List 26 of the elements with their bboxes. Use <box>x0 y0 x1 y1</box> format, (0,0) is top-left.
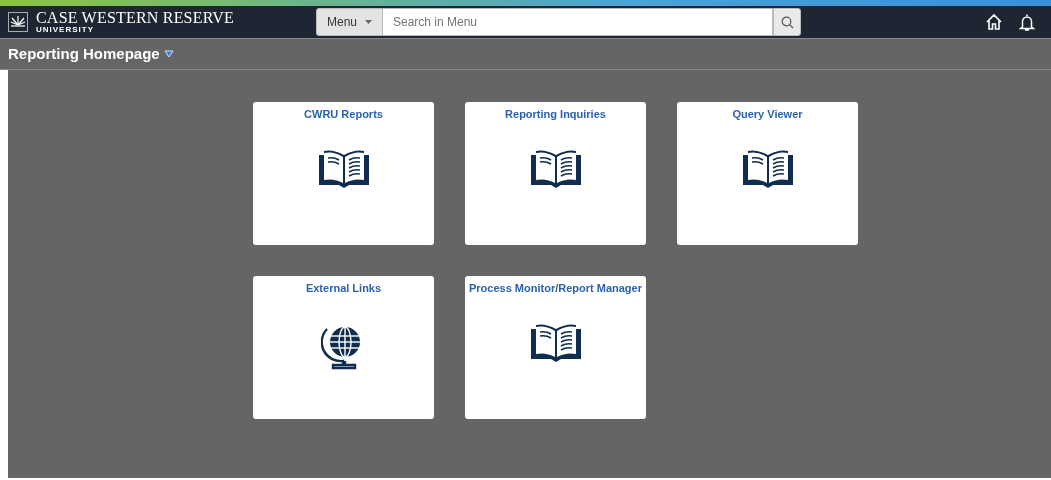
dropdown-icon[interactable] <box>163 50 174 58</box>
tile-title: Process Monitor/Report Manager <box>469 281 642 296</box>
menu-button[interactable]: Menu <box>316 8 383 36</box>
report-tile[interactable]: External Links <box>253 276 434 419</box>
report-tile[interactable]: Process Monitor/Report Manager <box>465 276 646 419</box>
book-icon <box>742 148 793 189</box>
tile-title: External Links <box>305 281 382 296</box>
book-icon <box>318 148 369 189</box>
page-title: Reporting Homepage <box>8 43 160 64</box>
report-tile[interactable]: Reporting Inquiries <box>465 102 646 245</box>
report-tile[interactable]: Query Viewer <box>677 102 858 245</box>
bell-icon[interactable] <box>1019 12 1035 32</box>
home-icon[interactable] <box>985 13 1003 31</box>
tile-title: Query Viewer <box>732 107 803 122</box>
tile-title: CWRU Reports <box>304 107 383 122</box>
caret-icon <box>365 20 372 24</box>
logo-icon <box>8 12 28 32</box>
logo-subtitle: UNIVERSITY <box>36 25 95 34</box>
search-button[interactable] <box>773 8 801 36</box>
book-icon <box>530 148 581 189</box>
book-icon <box>530 322 581 363</box>
report-tile[interactable]: CWRU Reports <box>253 102 434 245</box>
search-icon <box>780 15 794 29</box>
logo-title: CASE WESTERN RESERVE <box>36 10 234 25</box>
tile-title: Reporting Inquiries <box>505 107 606 122</box>
search-field[interactable]: Search in Menu <box>383 8 773 36</box>
